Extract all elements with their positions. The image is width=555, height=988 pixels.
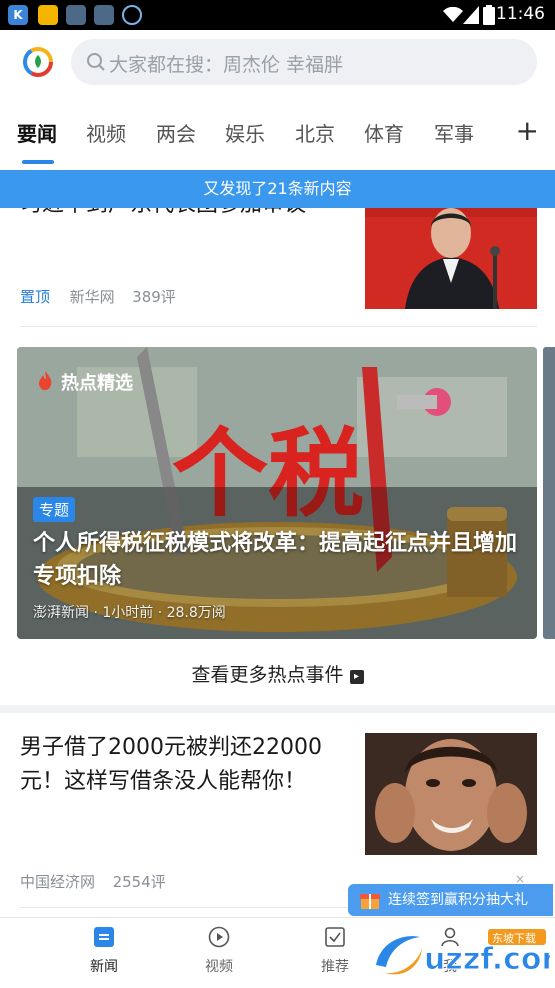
notification-icon-2 — [94, 5, 114, 25]
more-hot-events-link[interactable]: 查看更多热点事件 ▸ — [0, 660, 555, 687]
comment-count: 389评 — [132, 288, 176, 306]
divider — [20, 326, 537, 327]
recommend-icon — [325, 927, 345, 947]
status-bar: K 11:46 — [0, 0, 555, 30]
watermark-tag: 东坡下载 — [492, 932, 536, 945]
hot-topics-card[interactable]: 个税 热点精选 专题 个人所得税征税模式将改革：提高起征点并且增加专项扣除 澎湃… — [17, 347, 537, 639]
search-placeholder: 大家都在搜：周杰伦 幸福胖 — [109, 54, 344, 76]
promo-text: 连续签到赢积分抽大礼 — [388, 892, 528, 908]
wifi-icon — [443, 7, 463, 22]
gift-icon — [360, 894, 380, 909]
tab-video[interactable]: 视频 — [86, 118, 126, 147]
pinned-badge: 置顶 — [20, 288, 51, 306]
article-title[interactable]: 男子借了2000元被判还22000元！这样写借条没人能帮你！ — [20, 731, 350, 799]
article-meta: 置顶 新华网 389评 — [20, 286, 176, 307]
active-tab-indicator — [22, 160, 54, 164]
hot-topics-label: 热点精选 — [61, 373, 133, 394]
tab-military[interactable]: 军事 — [434, 118, 474, 147]
sign-in-promo-banner[interactable]: 连续签到赢积分抽大礼 — [348, 884, 553, 916]
search-icon — [87, 53, 105, 71]
hot-topic-meta: 澎湃新闻 · 1小时前 · 28.8万阅 — [33, 605, 226, 621]
topic-badge: 专题 — [33, 497, 76, 522]
new-content-notice[interactable]: 又发现了21条新内容 — [0, 170, 555, 208]
check-icon — [122, 5, 142, 25]
notification-icon — [66, 5, 86, 25]
signal-icon — [463, 6, 479, 24]
search-bar[interactable]: 大家都在搜：周杰伦 幸福胖 — [71, 39, 537, 85]
nav-recommend[interactable]: 推荐 — [305, 926, 365, 976]
arrow-right-icon: ▸ — [349, 670, 364, 684]
nav-video-label: 视频 — [205, 959, 233, 975]
tab-entertainment[interactable]: 娱乐 — [225, 118, 265, 147]
play-icon — [208, 926, 230, 948]
tab-lianghui[interactable]: 两会 — [156, 118, 196, 147]
article-source: 中国经济网 — [20, 873, 96, 891]
battery-icon — [483, 5, 495, 25]
hot-topic-title: 个人所得税征税模式将改革：提高起征点并且增加专项扣除 — [33, 531, 518, 589]
app-logo-icon[interactable] — [22, 46, 54, 78]
next-hot-card-peek[interactable] — [543, 347, 555, 639]
tab-sports[interactable]: 体育 — [364, 118, 404, 147]
channel-tabs: 要闻 视频 两会 娱乐 北京 体育 军事 — [0, 110, 555, 162]
header: 大家都在搜：周杰伦 幸福胖 — [0, 30, 555, 94]
uzzf-watermark-logo: uzzf.com 东坡下载 — [376, 929, 550, 978]
nav-news[interactable]: 新闻 — [74, 926, 134, 976]
flame-icon — [38, 371, 52, 390]
promo-close-button[interactable]: × — [515, 872, 525, 886]
clock: 11:46 — [496, 4, 545, 24]
more-hot-label: 查看更多热点事件 — [191, 664, 344, 686]
nav-recommend-label: 推荐 — [321, 959, 349, 975]
watermark-text: uzzf.com — [424, 942, 550, 977]
app-k-icon: K — [8, 5, 28, 25]
article-meta: 中国经济网 2554评 — [20, 871, 166, 892]
article-thumbnail[interactable] — [365, 733, 537, 855]
nav-news-label: 新闻 — [90, 959, 118, 975]
tab-beijing[interactable]: 北京 — [295, 118, 335, 147]
nav-video[interactable]: 视频 — [189, 926, 249, 976]
article-source: 新华网 — [69, 288, 115, 306]
section-gap — [0, 705, 555, 713]
add-channel-button[interactable]: + — [516, 117, 539, 145]
tab-yaowen[interactable]: 要闻 — [17, 118, 57, 147]
app-store-icon — [38, 5, 58, 25]
news-icon — [94, 927, 114, 947]
comment-count: 2554评 — [112, 873, 166, 891]
